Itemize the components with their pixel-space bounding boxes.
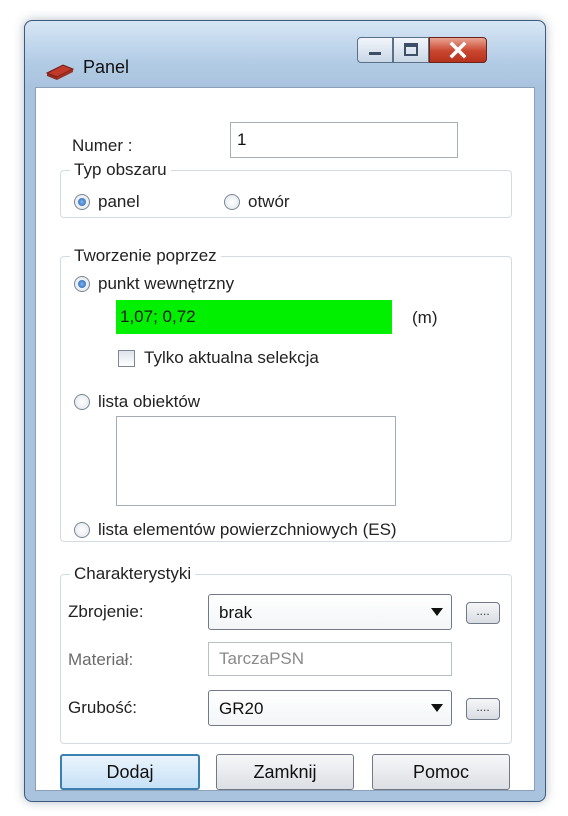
close-button[interactable] xyxy=(429,37,487,63)
maximize-button[interactable] xyxy=(393,37,429,63)
zamknij-button[interactable]: Zamknij xyxy=(216,754,354,790)
dialog-client-area: Numer : 1 Typ obszaru panel otwór Tworze… xyxy=(35,87,535,791)
minimize-icon xyxy=(369,52,381,55)
otwor-radio-label[interactable]: otwór xyxy=(248,192,290,212)
grubosc-label: Grubość: xyxy=(68,698,137,717)
zbrojenie-label: Zbrojenie: xyxy=(68,602,144,621)
punkt-coordinates-input[interactable]: 1,07; 0,72 xyxy=(116,300,392,334)
panel-icon xyxy=(45,64,75,80)
zbrojenie-combobox[interactable]: brak xyxy=(208,594,452,630)
lista-obiektow-listbox[interactable] xyxy=(116,416,396,506)
numer-label: Numer : xyxy=(72,136,133,155)
minimize-button[interactable] xyxy=(357,37,393,63)
otwor-radio[interactable] xyxy=(224,194,240,210)
material-label: Materiał: xyxy=(68,650,134,669)
lista-obiektow-label[interactable]: lista obiektów xyxy=(98,392,200,412)
typ-obszaru-title: Typ obszaru xyxy=(70,160,171,180)
close-icon xyxy=(449,41,467,59)
tworzenie-title: Tworzenie poprzez xyxy=(70,246,221,266)
dropdown-arrow-icon xyxy=(431,704,443,712)
numer-input[interactable]: 1 xyxy=(230,122,458,158)
grubosc-browse-button[interactable]: .... xyxy=(466,698,500,720)
grubosc-combobox[interactable]: GR20 xyxy=(208,690,452,726)
zbrojenie-value: brak xyxy=(219,603,253,622)
material-field: TarczaPSN xyxy=(208,642,452,676)
lista-elementow-label[interactable]: lista elementów powierzchniowych (ES) xyxy=(98,520,397,540)
lista-obiektow-radio[interactable] xyxy=(74,394,90,410)
grubosc-value: GR20 xyxy=(219,699,264,718)
zbrojenie-browse-button[interactable]: .... xyxy=(466,602,500,624)
punkt-wewnetrzny-label[interactable]: punkt wewnętrzny xyxy=(98,274,234,294)
pomoc-button[interactable]: Pomoc xyxy=(372,754,510,790)
title-bar[interactable]: Panel xyxy=(25,21,545,87)
unit-label: (m) xyxy=(412,308,438,327)
window-title: Panel xyxy=(83,57,130,77)
charakterystyki-title: Charakterystyki xyxy=(70,564,196,584)
dropdown-arrow-icon xyxy=(431,608,443,616)
panel-dialog-window: Panel Numer : 1 Typ obszaru panel otwór … xyxy=(24,20,546,802)
tylko-aktualna-selekcja-label[interactable]: Tylko aktualna selekcja xyxy=(144,348,319,368)
panel-radio[interactable] xyxy=(74,194,90,210)
tylko-aktualna-selekcja-checkbox[interactable] xyxy=(118,350,135,367)
panel-radio-label[interactable]: panel xyxy=(98,192,140,212)
lista-elementow-radio[interactable] xyxy=(74,522,90,538)
maximize-icon xyxy=(404,43,418,56)
punkt-wewnetrzny-radio[interactable] xyxy=(74,276,90,292)
dodaj-button[interactable]: Dodaj xyxy=(60,754,200,790)
